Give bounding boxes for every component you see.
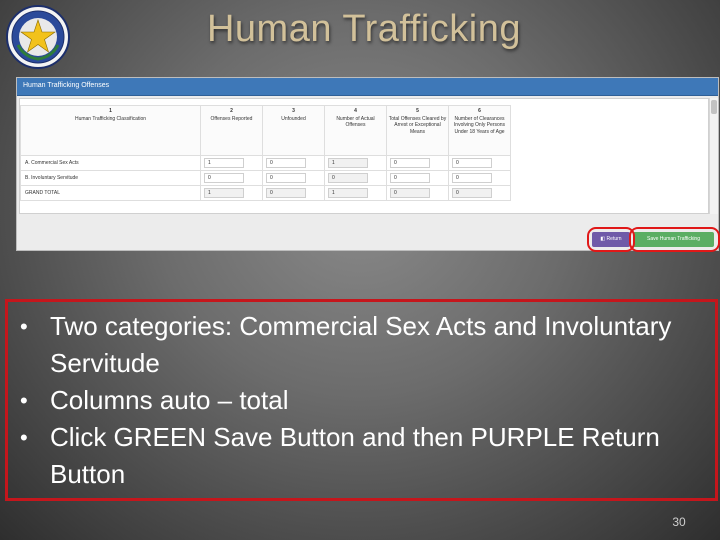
vertical-scrollbar[interactable] xyxy=(709,98,718,214)
list-item: Columns auto – total xyxy=(16,382,706,419)
table-header-row: 1 Human Trafficking Classification 2 Offen… xyxy=(20,105,511,156)
total-value: 1 xyxy=(328,188,368,198)
column-header: 1 Human Trafficking Classification xyxy=(20,105,201,156)
list-item: Two categories: Commercial Sex Acts and … xyxy=(16,308,706,382)
page-number: 30 xyxy=(672,515,686,529)
cleared-input[interactable]: 0 xyxy=(390,173,430,183)
list-item: Click GREEN Save Button and then PURPLE … xyxy=(16,419,706,493)
column-header: 5 Total Offenses Cleared by Arrest or Exc… xyxy=(386,105,449,156)
table-row: A. Commercial Sex Acts 1 0 1 0 0 xyxy=(20,155,511,171)
actual-offenses-value: 0 xyxy=(328,173,368,183)
slide-title: Human Trafficking xyxy=(206,8,522,50)
bullet-list: Two categories: Commercial Sex Acts and … xyxy=(16,308,706,493)
total-value: 0 xyxy=(452,188,492,198)
juvenile-clearances-input[interactable]: 0 xyxy=(452,173,492,183)
save-button[interactable]: Save Human Trafficking xyxy=(633,232,714,247)
row-label: A. Commercial Sex Acts xyxy=(20,155,201,171)
offenses-panel: 1 Human Trafficking Classification 2 Offen… xyxy=(19,98,709,214)
notes-box: Two categories: Commercial Sex Acts and … xyxy=(5,299,718,501)
unfounded-input[interactable]: 0 xyxy=(266,173,306,183)
table-row: B. Involuntary Servitude 0 0 0 0 0 xyxy=(20,170,511,186)
unfounded-input[interactable]: 0 xyxy=(266,158,306,168)
return-button[interactable]: ◧ Return xyxy=(592,232,630,247)
juvenile-clearances-input[interactable]: 0 xyxy=(452,158,492,168)
column-header: 4 Number of Actual Offenses xyxy=(324,105,387,156)
table-row: GRAND TOTAL 1 0 1 0 0 xyxy=(20,185,511,201)
row-label: GRAND TOTAL xyxy=(20,185,201,201)
total-value: 1 xyxy=(204,188,244,198)
row-label: B. Involuntary Servitude xyxy=(20,170,201,186)
actual-offenses-value: 1 xyxy=(328,158,368,168)
column-header: 2 Offenses Reported xyxy=(200,105,263,156)
offenses-reported-input[interactable]: 1 xyxy=(204,158,244,168)
column-header: 3 Unfounded xyxy=(262,105,325,156)
cleared-input[interactable]: 0 xyxy=(390,158,430,168)
offenses-table: 1 Human Trafficking Classification 2 Offen… xyxy=(20,105,511,201)
total-value: 0 xyxy=(390,188,430,198)
column-header: 6 Number of Clearances Involving Only Per… xyxy=(448,105,511,156)
offenses-reported-input[interactable]: 0 xyxy=(204,173,244,183)
scrollbar-thumb[interactable] xyxy=(711,100,717,114)
panel-header: Human Trafficking Offenses xyxy=(17,78,718,96)
total-value: 0 xyxy=(266,188,306,198)
offenses-screenshot: Human Trafficking Offenses 1 Human Traffi… xyxy=(16,77,720,252)
